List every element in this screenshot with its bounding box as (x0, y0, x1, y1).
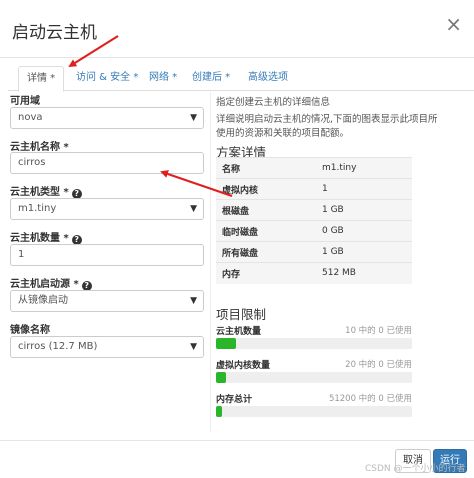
flavor-key: 根磁盘 (216, 199, 316, 221)
flavor-key: 虚拟内核 (216, 178, 316, 200)
instance-count-input[interactable]: 1 (10, 244, 204, 266)
tab-advanced-options[interactable]: 高级选项 (240, 66, 296, 91)
flavor-select[interactable]: m1.tiny ▼ (10, 198, 204, 220)
availability-zone-select[interactable]: nova ▼ (10, 107, 204, 129)
table-row: 所有磁盘 1 GB (216, 241, 412, 263)
chevron-down-icon: ▼ (190, 296, 197, 306)
tab-bar: 详情 * 访问 & 安全 * 网络 * 创建后 * 高级选项 (8, 66, 474, 92)
progress-bar (216, 372, 412, 383)
intro-text: 指定创建云主机的详细信息 (216, 97, 331, 108)
boot-source-select[interactable]: 从镜像启动 ▼ (10, 290, 204, 312)
progress-bar (216, 338, 412, 349)
limit-name: 虚拟内核数量 (216, 361, 271, 371)
flavor-key: 临时磁盘 (216, 220, 316, 242)
progress-fill (216, 372, 226, 383)
flavor-details-table: 名称 m1.tiny 虚拟内核 1 根磁盘 1 GB 临时磁盘 0 GB 所有磁盘 1 G… (216, 157, 412, 284)
image-name-label: 镜像名称 (10, 325, 50, 336)
limit-name: 云主机数量 (216, 327, 262, 337)
boot-source-value: 从镜像启动 (18, 295, 68, 306)
chevron-down-icon: ▼ (190, 342, 197, 352)
launch-instance-modal: 启动云主机 × 详情 * 访问 & 安全 * 网络 * 创建后 * 高级选项 可… (0, 0, 474, 478)
flavor-label: 云主机类型 *? (10, 183, 82, 199)
limit-usage: 51200 中的 0 已使用 (328, 394, 412, 404)
limit-name: 内存总计 (216, 395, 253, 405)
chevron-down-icon: ▼ (190, 204, 197, 214)
close-icon[interactable]: × (445, 14, 462, 34)
table-row: 根磁盘 1 GB (216, 199, 412, 221)
limit-vcpus: 虚拟内核数量 20 中的 0 已使用 (216, 358, 412, 383)
tab-networking[interactable]: 网络 * (141, 66, 185, 91)
instance-name-label: 云主机名称 * (10, 142, 69, 153)
availability-zone-value: nova (18, 112, 43, 123)
flavor-value: 1 (316, 178, 412, 200)
limit-usage: 20 中的 0 已使用 (345, 360, 412, 370)
modal-title: 启动云主机 (12, 23, 97, 43)
project-limits-title: 项目限制 (216, 307, 267, 322)
limit-usage: 10 中的 0 已使用 (345, 326, 412, 336)
details-form: 可用域 nova ▼ 云主机名称 * cirros 云主机类型 *? m1.ti… (0, 92, 210, 432)
flavor-key: 内存 (216, 262, 316, 284)
availability-zone-label: 可用域 (10, 96, 40, 107)
boot-source-label-text: 云主机启动源 * (10, 279, 79, 290)
chevron-down-icon: ▼ (190, 113, 197, 123)
column-divider (210, 92, 211, 432)
table-row: 虚拟内核 1 (216, 178, 412, 200)
instance-count-label: 云主机数量 *? (10, 229, 82, 245)
modal-header: 启动云主机 × (0, 0, 474, 58)
image-name-value: cirros (12.7 MB) (18, 341, 98, 352)
limit-ram: 内存总计 51200 中的 0 已使用 (216, 392, 412, 417)
flavor-value: 1 GB (316, 241, 412, 263)
table-row: 名称 m1.tiny (216, 157, 412, 179)
boot-source-label: 云主机启动源 *? (10, 275, 92, 291)
table-row: 临时磁盘 0 GB (216, 220, 412, 242)
tab-details[interactable]: 详情 * (18, 66, 65, 92)
flavor-key: 名称 (216, 157, 316, 179)
flavor-value: 512 MB (316, 262, 412, 284)
progress-fill (216, 338, 236, 349)
instance-count-label-text: 云主机数量 * (10, 233, 69, 244)
description-text: 详细说明启动云主机的情况,下面的图表显示此项目所使用的资源和关联的项目配额。 (216, 114, 438, 139)
watermark: CSDN @一个小小的行者 (365, 464, 466, 474)
progress-fill (216, 406, 222, 417)
flavor-key: 所有磁盘 (216, 241, 316, 263)
tab-access-security[interactable]: 访问 & 安全 * (68, 66, 146, 91)
table-row: 内存 512 MB (216, 262, 412, 284)
tab-post-creation[interactable]: 创建后 * (184, 66, 238, 91)
flavor-value: m1.tiny (18, 203, 57, 214)
instance-name-input[interactable]: cirros (10, 152, 204, 174)
instance-name-value: cirros (18, 157, 46, 168)
flavor-value: m1.tiny (316, 157, 412, 179)
limit-instances: 云主机数量 10 中的 0 已使用 (216, 324, 412, 349)
instance-count-value: 1 (18, 249, 25, 260)
flavor-label-text: 云主机类型 * (10, 187, 69, 198)
progress-bar (216, 406, 412, 417)
flavor-value: 0 GB (316, 220, 412, 242)
image-name-select[interactable]: cirros (12.7 MB) ▼ (10, 336, 204, 358)
flavor-value: 1 GB (316, 199, 412, 221)
